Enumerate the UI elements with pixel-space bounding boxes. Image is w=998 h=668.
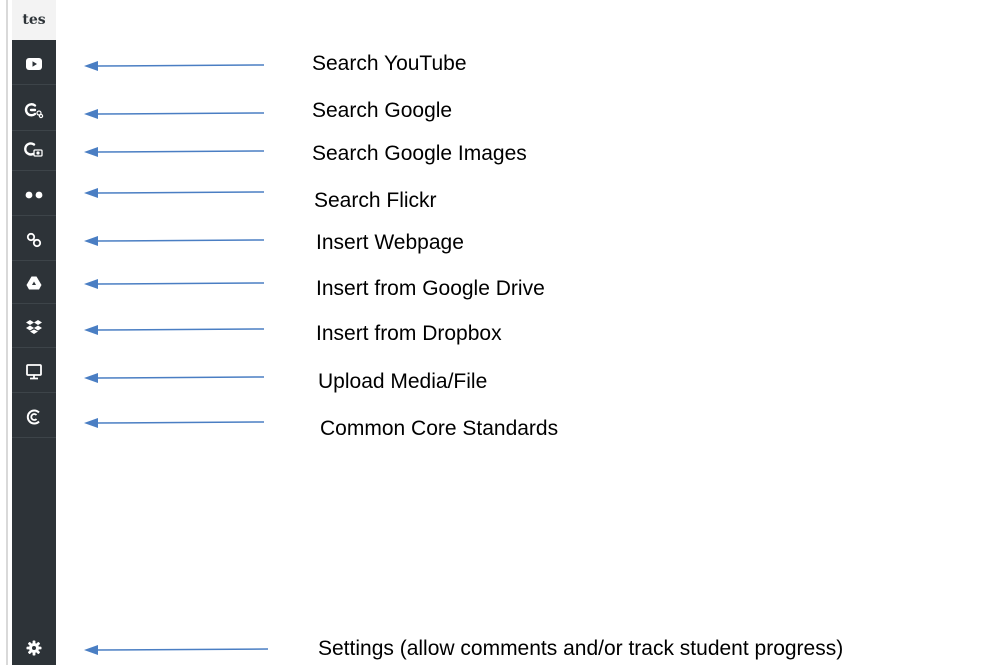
flickr-icon	[25, 191, 43, 199]
label-search-youtube: Search YouTube	[312, 52, 467, 75]
pointer-arrow	[84, 109, 265, 119]
pointer-arrow	[84, 188, 265, 198]
link-icon	[26, 232, 42, 248]
pointer-arrow	[84, 373, 265, 383]
label-search-google: Search Google	[312, 99, 453, 122]
pointer-arrow	[84, 147, 265, 157]
label-insert-dropbox: Insert from Dropbox	[316, 322, 502, 345]
insert-webpage-button[interactable]	[12, 220, 56, 261]
pointer-arrow	[84, 279, 265, 289]
label-insert-webpage: Insert Webpage	[316, 231, 464, 254]
pointer-arrow	[84, 418, 265, 428]
google-search-icon	[24, 103, 44, 119]
settings-button[interactable]	[12, 628, 56, 668]
monitor-icon	[26, 364, 42, 380]
dropbox-icon	[26, 320, 42, 334]
label-insert-google-drive: Insert from Google Drive	[316, 277, 545, 300]
sidebar-toolbar: tes	[12, 0, 56, 665]
insert-google-drive-button[interactable]	[12, 263, 56, 304]
common-core-icon	[26, 409, 40, 425]
search-google-button[interactable]	[12, 90, 56, 131]
google-images-icon	[24, 142, 43, 157]
left-border	[6, 0, 8, 665]
gear-icon	[26, 640, 42, 656]
label-upload-media: Upload Media/File	[318, 370, 488, 393]
google-drive-icon	[26, 276, 42, 290]
pointer-arrow	[84, 645, 269, 655]
search-flickr-button[interactable]	[12, 175, 56, 216]
pointer-arrow	[84, 236, 265, 246]
search-google-images-button[interactable]	[12, 130, 56, 171]
insert-dropbox-button[interactable]	[12, 307, 56, 348]
search-youtube-button[interactable]	[12, 44, 56, 85]
label-search-google-images: Search Google Images	[312, 142, 527, 165]
youtube-icon	[26, 58, 42, 70]
label-common-core: Common Core Standards	[320, 417, 559, 440]
label-search-flickr: Search Flickr	[314, 189, 437, 212]
pointer-arrow	[84, 61, 265, 71]
upload-media-button[interactable]	[12, 352, 56, 393]
tes-logo: tes	[12, 0, 56, 40]
label-settings: Settings (allow comments and/or track st…	[318, 637, 844, 660]
pointer-arrow	[84, 325, 265, 335]
common-core-button[interactable]	[12, 397, 56, 438]
